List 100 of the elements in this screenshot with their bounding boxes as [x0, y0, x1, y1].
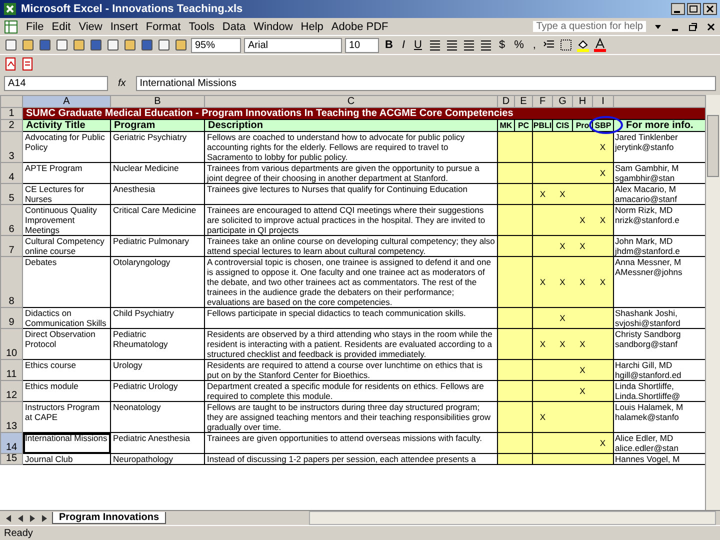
table-cell[interactable]: Neonatology: [110, 402, 204, 432]
table-cell[interactable]: [514, 360, 532, 380]
fill-color-icon[interactable]: [576, 38, 590, 52]
column-header[interactable]: E: [514, 96, 532, 108]
table-cell[interactable]: [514, 184, 532, 204]
row-header[interactable]: 11: [0, 360, 22, 380]
insert-function-button[interactable]: fx: [114, 78, 130, 88]
table-cell[interactable]: Trainees give lectures to Nurses that qualify for Continuing Education: [204, 184, 498, 204]
horizontal-scrollbar[interactable]: [309, 511, 716, 525]
table-cell[interactable]: X: [572, 360, 592, 380]
table-cell[interactable]: Debates: [22, 256, 110, 308]
number-format-button[interactable]: %: [511, 39, 527, 51]
align-icon[interactable]: [462, 38, 476, 52]
sheet-tab[interactable]: Program Innovations: [52, 512, 166, 524]
table-cell[interactable]: X: [572, 328, 592, 360]
table-cell[interactable]: Advocating for Public Policy: [22, 132, 110, 162]
font-size-dropdown[interactable]: 10: [345, 38, 379, 52]
table-cell[interactable]: [498, 162, 514, 184]
table-cell[interactable]: [532, 432, 552, 454]
table-cell[interactable]: Trainees take an online course on developing cultural competency; they also attend special lectures to learn about cultural competency.: [204, 236, 498, 256]
table-cell[interactable]: Anesthesia: [110, 184, 204, 204]
table-cell[interactable]: Neuropathology: [110, 454, 204, 464]
table-cell[interactable]: Nuclear Medicine: [110, 162, 204, 184]
close-icon[interactable]: [706, 22, 716, 32]
menu-item[interactable]: Data: [222, 20, 246, 32]
table-cell[interactable]: Direct Observation Protocol: [22, 328, 110, 360]
table-cell[interactable]: [498, 328, 514, 360]
table-cell[interactable]: Didactics on Communication Skills: [22, 308, 110, 328]
table-cell[interactable]: Residents are observed by a third attending who stays in the room while the resident is interacting with a patient. Residents are evaluated according to a structured checklist and feedback is provided immediately.: [204, 328, 498, 360]
table-cell[interactable]: [498, 360, 514, 380]
table-cell[interactable]: Fellows are taught to be instructors during three day structured program; they are assigned teaching mentors and their teaching responsibilities grow gradually over time.: [204, 402, 498, 432]
restore-icon[interactable]: [688, 22, 698, 32]
menu-item[interactable]: Help: [300, 20, 324, 32]
menu-item[interactable]: Window: [254, 20, 293, 32]
table-cell[interactable]: X: [532, 184, 552, 204]
row-header[interactable]: 8: [0, 256, 22, 308]
table-cell[interactable]: [592, 360, 614, 380]
table-cell[interactable]: Pediatric Pulmonary: [110, 236, 204, 256]
table-cell[interactable]: X: [532, 402, 552, 432]
table-cell[interactable]: [592, 184, 614, 204]
column-header[interactable]: G: [552, 96, 572, 108]
name-box[interactable]: A14: [4, 76, 108, 90]
table-cell[interactable]: X: [592, 432, 614, 454]
table-cell[interactable]: Trainees from various departments are given the opportunity to pursue a joint degree of their choosing in another department at Stanford.: [204, 162, 498, 184]
table-cell[interactable]: Critical Care Medicine: [110, 204, 204, 236]
table-cell[interactable]: [532, 360, 552, 380]
table-cell[interactable]: X: [532, 256, 552, 308]
table-cell[interactable]: [498, 184, 514, 204]
table-cell[interactable]: [498, 432, 514, 454]
row-header[interactable]: 14: [0, 432, 22, 454]
table-cell[interactable]: International Missions: [22, 432, 110, 454]
vertical-scrollbar[interactable]: [705, 95, 720, 510]
row-header[interactable]: 7: [0, 236, 22, 256]
menu-item[interactable]: Format: [146, 20, 181, 32]
column-header[interactable]: B: [110, 96, 204, 108]
format-button[interactable]: I: [398, 39, 408, 51]
table-cell[interactable]: Instead of discussing 1-2 papers per session, each attendee presents a: [204, 454, 498, 464]
table-cell[interactable]: [498, 402, 514, 432]
menu-item[interactable]: View: [78, 20, 102, 32]
help-search-field[interactable]: Type a question for help: [533, 21, 646, 32]
table-cell[interactable]: Fellows are coached to understand how to advocate for public policy accounting rights for the elderly. Fellows are required to travel to Sacramento to lobby for public policy.: [204, 132, 498, 162]
borders-icon[interactable]: [558, 38, 573, 52]
format-button[interactable]: B: [382, 39, 396, 51]
row-header[interactable]: 12: [0, 380, 22, 402]
table-cell[interactable]: Cultural Competency online course: [22, 236, 110, 256]
table-cell[interactable]: [514, 328, 532, 360]
column-header[interactable]: H: [572, 96, 592, 108]
table-cell[interactable]: CE Lectures for Nurses: [22, 184, 110, 204]
table-cell[interactable]: Ethics module: [22, 380, 110, 402]
zoom-dropdown[interactable]: 95%: [191, 38, 241, 52]
menu-item[interactable]: Edit: [52, 20, 71, 32]
table-cell[interactable]: [498, 380, 514, 402]
table-cell[interactable]: X: [572, 204, 592, 236]
table-cell[interactable]: [532, 204, 552, 236]
table-cell[interactable]: [592, 236, 614, 256]
table-cell[interactable]: X: [532, 328, 552, 360]
table-cell[interactable]: Ethics course: [22, 360, 110, 380]
table-cell[interactable]: [532, 380, 552, 402]
table-cell[interactable]: Fellows participate in special didactics to teach communication skills.: [204, 308, 498, 328]
table-cell[interactable]: Pediatric Rheumatology: [110, 328, 204, 360]
table-cell[interactable]: [592, 402, 614, 432]
table-cell[interactable]: [592, 380, 614, 402]
align-icon[interactable]: [478, 38, 493, 52]
table-cell[interactable]: [532, 236, 552, 256]
close-icon[interactable]: [703, 3, 717, 15]
table-cell[interactable]: [514, 432, 532, 454]
table-cell[interactable]: Trainees are given opportunities to attend overseas missions with faculty.: [204, 432, 498, 454]
table-cell[interactable]: Otolaryngology: [110, 256, 204, 308]
row-header[interactable]: 5: [0, 184, 22, 204]
table-cell[interactable]: X: [552, 236, 572, 256]
table-cell[interactable]: [514, 308, 532, 328]
table-cell[interactable]: [514, 236, 532, 256]
align-icon[interactable]: [428, 38, 442, 52]
table-cell[interactable]: X: [552, 184, 572, 204]
table-cell[interactable]: [514, 402, 532, 432]
table-cell[interactable]: [498, 308, 514, 328]
row-header[interactable]: 4: [0, 162, 22, 184]
table-cell[interactable]: [498, 204, 514, 236]
table-cell[interactable]: X: [592, 256, 614, 308]
row-header[interactable]: 1: [0, 108, 22, 120]
